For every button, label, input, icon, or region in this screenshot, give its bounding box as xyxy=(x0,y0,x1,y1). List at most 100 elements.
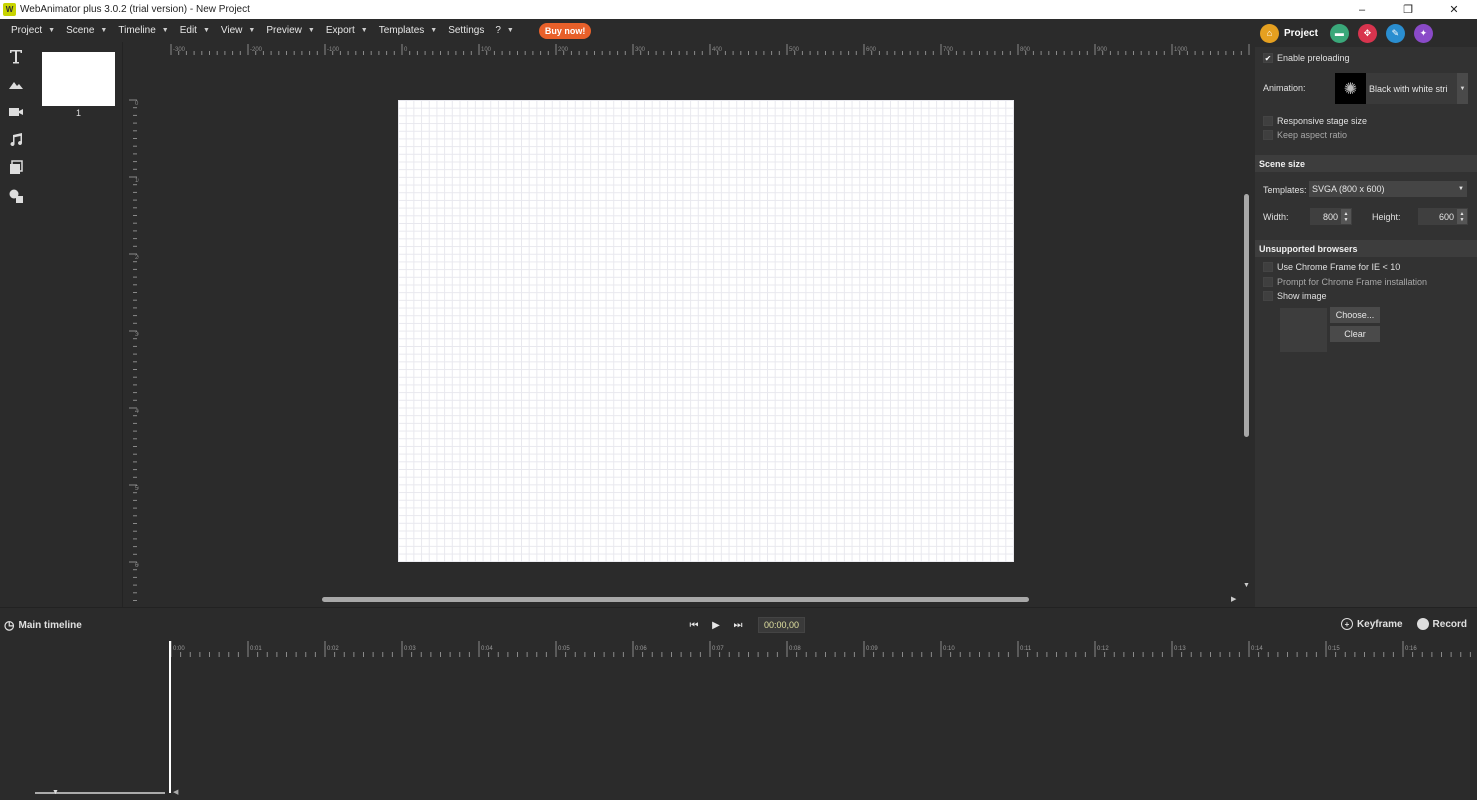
ruler-label: -100 xyxy=(327,47,340,53)
menu-edit[interactable]: Edit ▼ xyxy=(180,25,210,36)
ruler-label: 700 xyxy=(943,47,954,53)
ruler-label: 1000 xyxy=(1174,47,1188,53)
height-input[interactable]: 600 ▲ ▼ xyxy=(1418,208,1468,225)
minimize-button[interactable]: – xyxy=(1339,0,1385,19)
menu-templates[interactable]: Templates ▼ xyxy=(379,25,438,36)
playhead[interactable] xyxy=(169,641,171,793)
audio-tool-icon[interactable] xyxy=(0,126,32,154)
menu-bar: Project ▼ Scene ▼ Timeline ▼ Edit ▼ View ▼ Preview… xyxy=(0,19,1255,42)
keyframe-button[interactable]: + Keyframe xyxy=(1340,618,1403,630)
prompt-chrome-checkbox[interactable] xyxy=(1263,277,1273,287)
enable-preloading-label: Enable preloading xyxy=(1277,53,1350,63)
responsive-label: Responsive stage size xyxy=(1277,116,1368,126)
width-input[interactable]: 800 ▲ ▼ xyxy=(1310,208,1352,225)
prompt-chrome-row[interactable]: Prompt for Chrome Frame installation xyxy=(1263,277,1427,287)
stage-canvas[interactable] xyxy=(398,100,1014,562)
timeline-tick-label: 0:15 xyxy=(1328,646,1340,652)
image-tool-icon[interactable] xyxy=(0,70,32,98)
keyframe-label: Keyframe xyxy=(1356,618,1403,630)
timeline-tick-label: 0:10 xyxy=(943,646,955,652)
ruler-label: 100 xyxy=(481,47,492,53)
play-icon[interactable]: ▶ xyxy=(706,618,726,632)
show-image-row[interactable]: Show image xyxy=(1263,291,1327,301)
ruler-label: 400 xyxy=(712,47,723,53)
tab-tools-icon[interactable]: ✎ xyxy=(1385,23,1405,43)
enable-preloading-checkbox[interactable]: ✔ xyxy=(1263,53,1273,63)
scenes-panel: 1 xyxy=(32,42,122,607)
ruler-left: 0 100 200 300 400 500 600 xyxy=(129,99,139,601)
timeline-ruler[interactable]: 0:00 0:01 0:02 0:03 0:04 0:05 0:06 0:07 0:08 0:09… xyxy=(170,641,1477,657)
caret-down-icon: ▼ xyxy=(161,27,169,34)
scroll-down-arrow-icon[interactable]: ▼ xyxy=(1243,582,1250,589)
responsive-checkbox[interactable] xyxy=(1263,116,1273,126)
responsive-row[interactable]: Responsive stage size xyxy=(1263,116,1367,126)
menu-timeline[interactable]: Timeline ▼ xyxy=(118,25,168,36)
timeline-tick-label: 0:03 xyxy=(404,646,416,652)
menu-label: Scene xyxy=(66,25,95,36)
spin-arrows-icon[interactable]: ▲ ▼ xyxy=(1341,209,1351,224)
menu-export[interactable]: Export ▼ xyxy=(326,25,368,36)
rewind-icon[interactable]: ⏮ xyxy=(684,618,704,632)
tab-effects-icon[interactable]: ✦ xyxy=(1413,23,1433,43)
caret-down-icon: ▼ xyxy=(307,27,315,34)
width-value: 800 xyxy=(1322,211,1338,222)
caret-down-icon: ▼ xyxy=(430,27,438,34)
close-button[interactable]: ✕ xyxy=(1431,0,1477,19)
keep-aspect-label: Keep aspect ratio xyxy=(1277,130,1348,140)
app-icon: W xyxy=(3,3,16,16)
main-timeline[interactable]: ◷ Main timeline xyxy=(4,618,82,632)
scene-size-header: Scene size xyxy=(1255,155,1477,172)
animation-select[interactable]: Black with white stri xyxy=(1366,73,1467,104)
scroll-left-arrow-icon[interactable]: ◀ xyxy=(173,788,178,796)
templates-label-text: Templates: xyxy=(1263,185,1307,195)
zoom-slider-thumb[interactable]: ▼ xyxy=(52,789,59,796)
menu-settings[interactable]: Settings xyxy=(448,25,484,36)
ruler-label: 400 xyxy=(135,409,139,415)
spin-arrows-icon[interactable]: ▲ ▼ xyxy=(1457,209,1467,224)
animation-label: Animation: xyxy=(1263,83,1306,93)
caret-down-icon: ▼ xyxy=(202,27,210,34)
horizontal-scrollbar[interactable] xyxy=(322,597,1029,602)
keep-aspect-checkbox[interactable] xyxy=(1263,130,1273,140)
ruler-label: 200 xyxy=(135,255,139,261)
chrome-frame-checkbox[interactable] xyxy=(1263,262,1273,272)
menu-preview[interactable]: Preview ▼ xyxy=(266,25,315,36)
menu-label: Preview xyxy=(266,25,302,36)
show-image-label: Show image xyxy=(1277,291,1327,301)
text-tool-icon[interactable] xyxy=(0,42,32,70)
chevron-down-icon[interactable]: ▼ xyxy=(1457,73,1468,104)
chevron-down-icon: ▼ xyxy=(1458,186,1464,192)
menu-label: Edit xyxy=(179,25,197,36)
tab-project[interactable]: ⌂ Project xyxy=(1260,23,1318,43)
layers-tool-icon[interactable] xyxy=(0,154,32,182)
enable-preloading-row[interactable]: ✔ Enable preloading xyxy=(1263,53,1350,63)
keep-aspect-row[interactable]: Keep aspect ratio xyxy=(1263,130,1347,140)
templates-select[interactable]: SVGA (800 x 600) ▼ xyxy=(1309,181,1467,197)
menu-scene[interactable]: Scene ▼ xyxy=(66,25,107,36)
buy-now-button[interactable]: Buy now! xyxy=(538,22,592,39)
scroll-right-arrow-icon[interactable]: ▶ xyxy=(1231,595,1236,603)
video-tool-icon[interactable] xyxy=(0,98,32,126)
scene-number: 1 xyxy=(75,108,81,118)
tab-scene-icon[interactable]: ▬ xyxy=(1329,23,1349,43)
choose-button[interactable]: Choose... xyxy=(1330,307,1380,323)
menu-help[interactable]: ? ▼ xyxy=(495,25,514,36)
vertical-scrollbar[interactable] xyxy=(1244,194,1249,437)
ruler-label: 500 xyxy=(135,486,139,492)
timeline-tick-label: 0:11 xyxy=(1020,646,1032,652)
forward-icon[interactable]: ⏭ xyxy=(728,618,748,632)
restore-button[interactable]: ❐ xyxy=(1385,0,1431,19)
timeline-actions: + Keyframe Record xyxy=(1327,618,1467,630)
tab-move-icon[interactable]: ✥ xyxy=(1357,23,1377,43)
show-image-checkbox[interactable] xyxy=(1263,291,1273,301)
ruler-label: 0 xyxy=(135,101,139,107)
clear-button[interactable]: Clear xyxy=(1330,326,1380,342)
scene-thumbnail[interactable] xyxy=(42,52,115,106)
shapes-tool-icon[interactable] xyxy=(0,182,32,210)
record-button[interactable]: Record xyxy=(1416,618,1467,630)
chrome-frame-row[interactable]: Use Chrome Frame for IE < 10 xyxy=(1263,262,1400,272)
menu-view[interactable]: View ▼ xyxy=(221,25,255,36)
ruler-label: 600 xyxy=(866,47,877,53)
timeline-tick-label: 0:14 xyxy=(1251,646,1263,652)
menu-project[interactable]: Project ▼ xyxy=(11,25,55,36)
